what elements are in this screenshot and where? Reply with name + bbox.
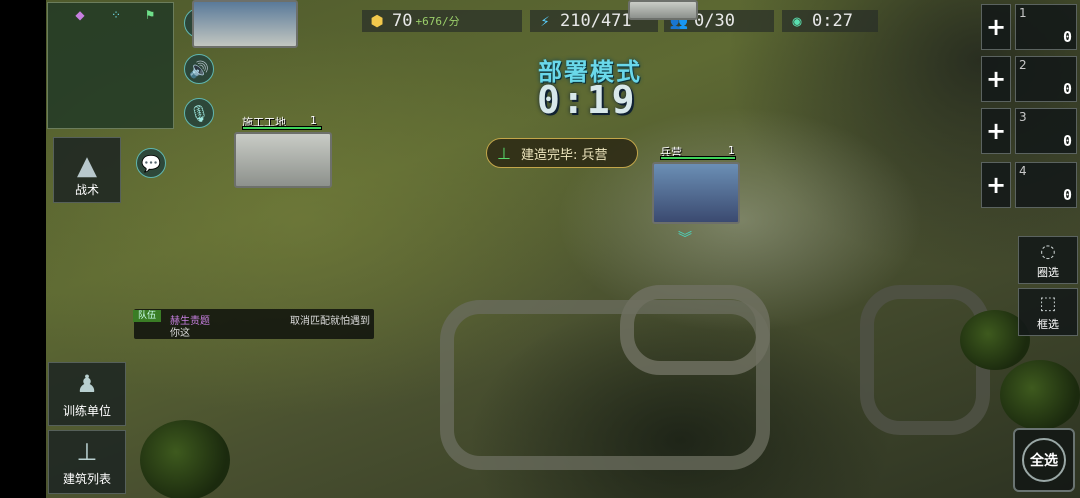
add-group-button[interactable]: + xyxy=(981,4,1011,50)
group-slot[interactable]: 3 0 xyxy=(1015,108,1077,154)
health-bar xyxy=(660,156,736,160)
energy-value: 210/471 xyxy=(560,11,632,31)
group-number: 3 xyxy=(1019,110,1027,124)
building-list-label: 建筑列表 xyxy=(62,472,111,486)
add-group-button[interactable]: + xyxy=(981,108,1011,154)
rally-chevron-icon: ︾ xyxy=(678,231,692,247)
chat-bubble-icon[interactable]: 💬 xyxy=(136,148,166,178)
chat-message: 赫生责题 取消匹配就怕遇到 你这 xyxy=(134,309,374,339)
train-units-label: 训练单位 xyxy=(62,404,111,418)
lasso-select-button[interactable]: ◌ 圈选 xyxy=(1018,236,1078,284)
health-bar xyxy=(242,126,322,130)
countdown-timer: 0:19 xyxy=(537,78,637,122)
tactics-label: 战术 xyxy=(74,183,99,197)
group-number: 4 xyxy=(1019,164,1027,178)
building-list-button[interactable]: ⊥ 建筑列表 xyxy=(48,430,126,494)
lasso-icon: ◌ xyxy=(1040,241,1056,262)
dots-icon[interactable]: ⁘ xyxy=(108,7,124,23)
crate-icon: ⬢ xyxy=(370,12,384,30)
building-partial[interactable] xyxy=(192,0,298,48)
crane-icon: ⊥ xyxy=(76,438,98,466)
build-complete-notice: ⊥ 建造完毕: 兵营 xyxy=(486,138,638,168)
group-slot-2[interactable]: + 2 0 xyxy=(981,56,1079,102)
group-number: 1 xyxy=(1019,6,1027,20)
notice-text: 建造完毕: 兵营 xyxy=(520,147,608,163)
game-map[interactable]: ◆ ⁘ ⚑ ⚙ ⊜ 详情 🔊 🎙 💬 ⬢ 70 +676/分 ⚡ 210/471… xyxy=(0,0,1080,498)
group-slot[interactable]: 2 0 xyxy=(1015,56,1077,102)
team-tag: 队伍 xyxy=(133,310,161,322)
chat-line-2: 你这 xyxy=(170,328,190,339)
soldier-icon: ♟ xyxy=(76,370,98,398)
flag-icon[interactable]: ⚑ xyxy=(142,7,158,23)
construction-site[interactable]: 施工工地 1 xyxy=(232,112,342,192)
group-slot[interactable]: 4 0 xyxy=(1015,162,1077,208)
speaker-icon[interactable]: 🔊 xyxy=(184,54,214,84)
money-rate: +676/分 xyxy=(415,15,460,28)
money-value: 70 xyxy=(392,11,413,31)
building-partial[interactable] xyxy=(628,0,698,20)
minimap[interactable]: ◆ ⁘ ⚑ xyxy=(47,2,174,129)
group-count: 0 xyxy=(1062,132,1072,150)
construction-site-body xyxy=(234,132,332,188)
health-fill xyxy=(661,157,735,159)
group-number: 2 xyxy=(1019,58,1027,72)
money-display: ⬢ 70 +676/分 xyxy=(362,10,522,32)
crosshair-icon: 全选 xyxy=(1022,438,1066,482)
time-display: ◉ 0:27 xyxy=(782,10,878,32)
group-slot-1[interactable]: + 1 0 xyxy=(981,4,1079,50)
crane-icon: ⊥ xyxy=(497,143,511,163)
rock-ridge xyxy=(620,285,770,375)
chat-line-1: 取消匹配就怕遇到 xyxy=(290,316,370,327)
box-select-icon: ⬚ xyxy=(1039,293,1057,314)
tree xyxy=(140,420,230,498)
select-all-label: 全选 xyxy=(1030,453,1058,469)
group-count: 0 xyxy=(1062,28,1072,46)
group-slot[interactable]: 1 0 xyxy=(1015,4,1077,50)
group-count: 0 xyxy=(1062,80,1072,98)
population-value: 0/30 xyxy=(694,11,735,31)
shield-icon[interactable]: ◆ xyxy=(72,7,88,23)
globe-icon: ◉ xyxy=(792,12,802,30)
box-select-label: 框选 xyxy=(1037,318,1059,331)
group-count: 0 xyxy=(1062,186,1072,204)
add-group-button[interactable]: + xyxy=(981,56,1011,102)
tree xyxy=(1000,360,1080,430)
group-slot-3[interactable]: + 3 0 xyxy=(981,108,1079,154)
group-slot-4[interactable]: + 4 0 xyxy=(981,162,1079,208)
tactics-button[interactable]: ▲ 战术 xyxy=(53,137,121,203)
microphone-icon[interactable]: 🎙 xyxy=(184,98,214,128)
add-group-button[interactable]: + xyxy=(981,162,1011,208)
lasso-select-label: 圈选 xyxy=(1037,266,1059,279)
health-fill xyxy=(243,127,321,129)
box-select-button[interactable]: ⬚ 框选 xyxy=(1018,288,1078,336)
time-value: 0:27 xyxy=(812,11,853,31)
train-units-button[interactable]: ♟ 训练单位 xyxy=(48,362,126,426)
tactics-icon: ▲ xyxy=(77,151,97,181)
barracks[interactable]: 兵营 1 ︾ xyxy=(650,144,745,249)
barracks-body xyxy=(652,162,740,224)
screen-edge xyxy=(0,0,46,498)
select-all-button[interactable]: 全选 xyxy=(1013,428,1075,492)
lightning-icon: ⚡ xyxy=(540,12,550,30)
